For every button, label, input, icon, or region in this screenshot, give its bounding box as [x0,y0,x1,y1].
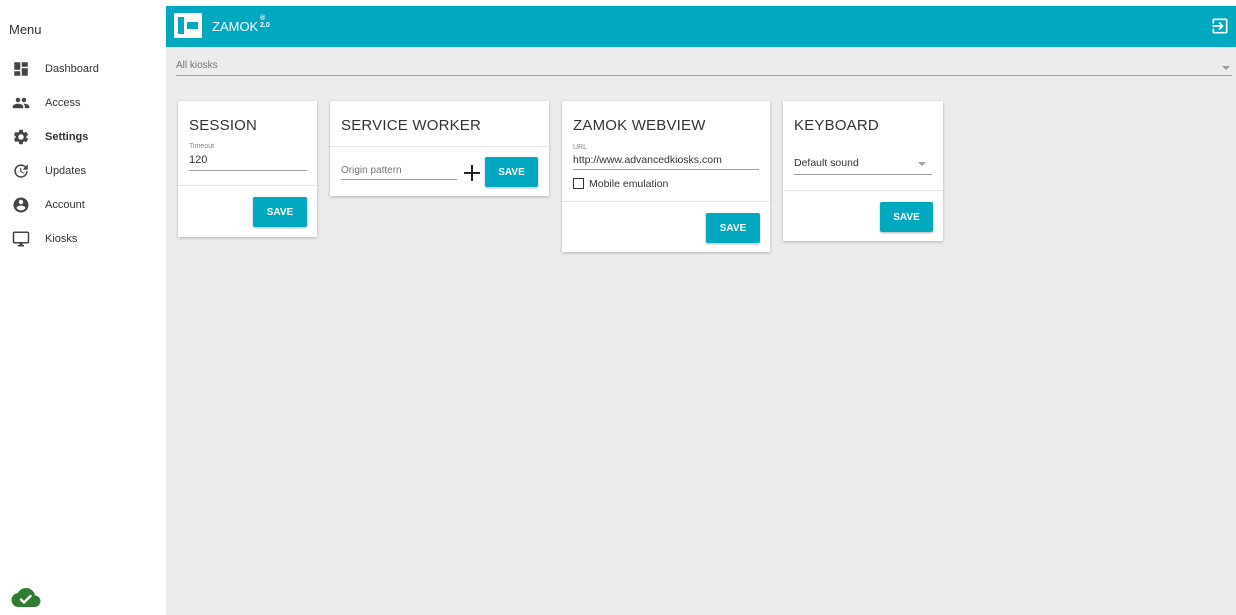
sidebar-item-label: Updates [45,165,86,177]
sidebar-item-label: Access [45,97,81,109]
webview-card: ZAMOK WEBVIEW URL http://www.advancedkio… [562,101,770,252]
service-worker-card: SERVICE WORKER Origin pattern SAVE [330,101,549,196]
menu-title: Menu [9,22,42,37]
monitor-icon [12,230,30,248]
session-card: SESSION Timeout 120 SAVE [178,101,317,237]
sidebar-item-kiosks[interactable]: Kiosks [0,222,166,256]
mobile-emulation-label: Mobile emulation [589,178,669,190]
session-title: SESSION [189,117,258,134]
webview-save-button[interactable]: SAVE [706,213,760,243]
sidebar-item-label: Kiosks [45,233,78,245]
sidebar-item-settings[interactable]: Settings [0,120,166,154]
people-icon [12,94,30,112]
session-save-button[interactable]: SAVE [253,197,307,227]
account-icon [12,196,30,214]
sidebar: Menu Dashboard Access Settings Updates A… [0,0,166,615]
sidebar-item-updates[interactable]: Updates [0,154,166,188]
timeout-underline [189,170,307,171]
url-label: URL [573,144,588,151]
webview-title: ZAMOK WEBVIEW [573,117,706,134]
card-divider [562,201,770,202]
sidebar-item-label: Settings [45,131,89,143]
app-header: ZAMOK ® 2.0 [166,6,1236,47]
card-divider [178,185,317,186]
sidebar-item-label: Account [45,199,85,211]
registered-mark: ® [260,15,266,22]
service-worker-save-button[interactable]: SAVE [485,157,538,187]
card-divider [330,146,549,147]
card-divider [783,190,943,191]
kiosk-select[interactable]: All kiosks [176,57,1232,76]
logout-icon[interactable] [1210,16,1230,36]
sound-select-underline [794,174,932,175]
cloud-check-icon [11,588,41,607]
sidebar-item-account[interactable]: Account [0,188,166,222]
brand-version: ® 2.0 [260,15,270,29]
service-worker-title: SERVICE WORKER [341,117,482,134]
sidebar-nav: Dashboard Access Settings Updates Accoun… [0,52,166,256]
add-icon[interactable] [463,164,481,182]
timeout-input[interactable]: 120 [189,154,207,166]
origin-pattern-input[interactable]: Origin pattern [341,165,402,176]
settings-content: All kiosks SESSION Timeout 120 SAVE SERV… [166,47,1236,615]
version-number: 2.0 [260,22,270,29]
kiosk-select-value: All kiosks [176,60,218,71]
origin-pattern-underline [341,179,457,180]
sound-select[interactable]: Default sound [794,157,859,169]
gear-icon [12,128,30,146]
brand-name: ZAMOK [212,19,259,34]
dashboard-icon [12,60,30,78]
url-underline [573,169,759,170]
update-icon [12,162,30,180]
chevron-down-icon [1222,66,1230,70]
timeout-label: Timeout [189,143,215,150]
sidebar-item-access[interactable]: Access [0,86,166,120]
mobile-emulation-checkbox[interactable] [573,178,584,189]
url-input[interactable]: http://www.advancedkiosks.com [573,154,722,166]
keyboard-card: KEYBOARD Default sound SAVE [783,101,943,241]
sidebar-item-dashboard[interactable]: Dashboard [0,52,166,86]
keyboard-title: KEYBOARD [794,117,879,134]
chevron-down-icon [918,162,926,166]
keyboard-save-button[interactable]: SAVE [880,202,933,232]
zamok-logo [174,13,202,38]
sidebar-item-label: Dashboard [45,63,99,75]
